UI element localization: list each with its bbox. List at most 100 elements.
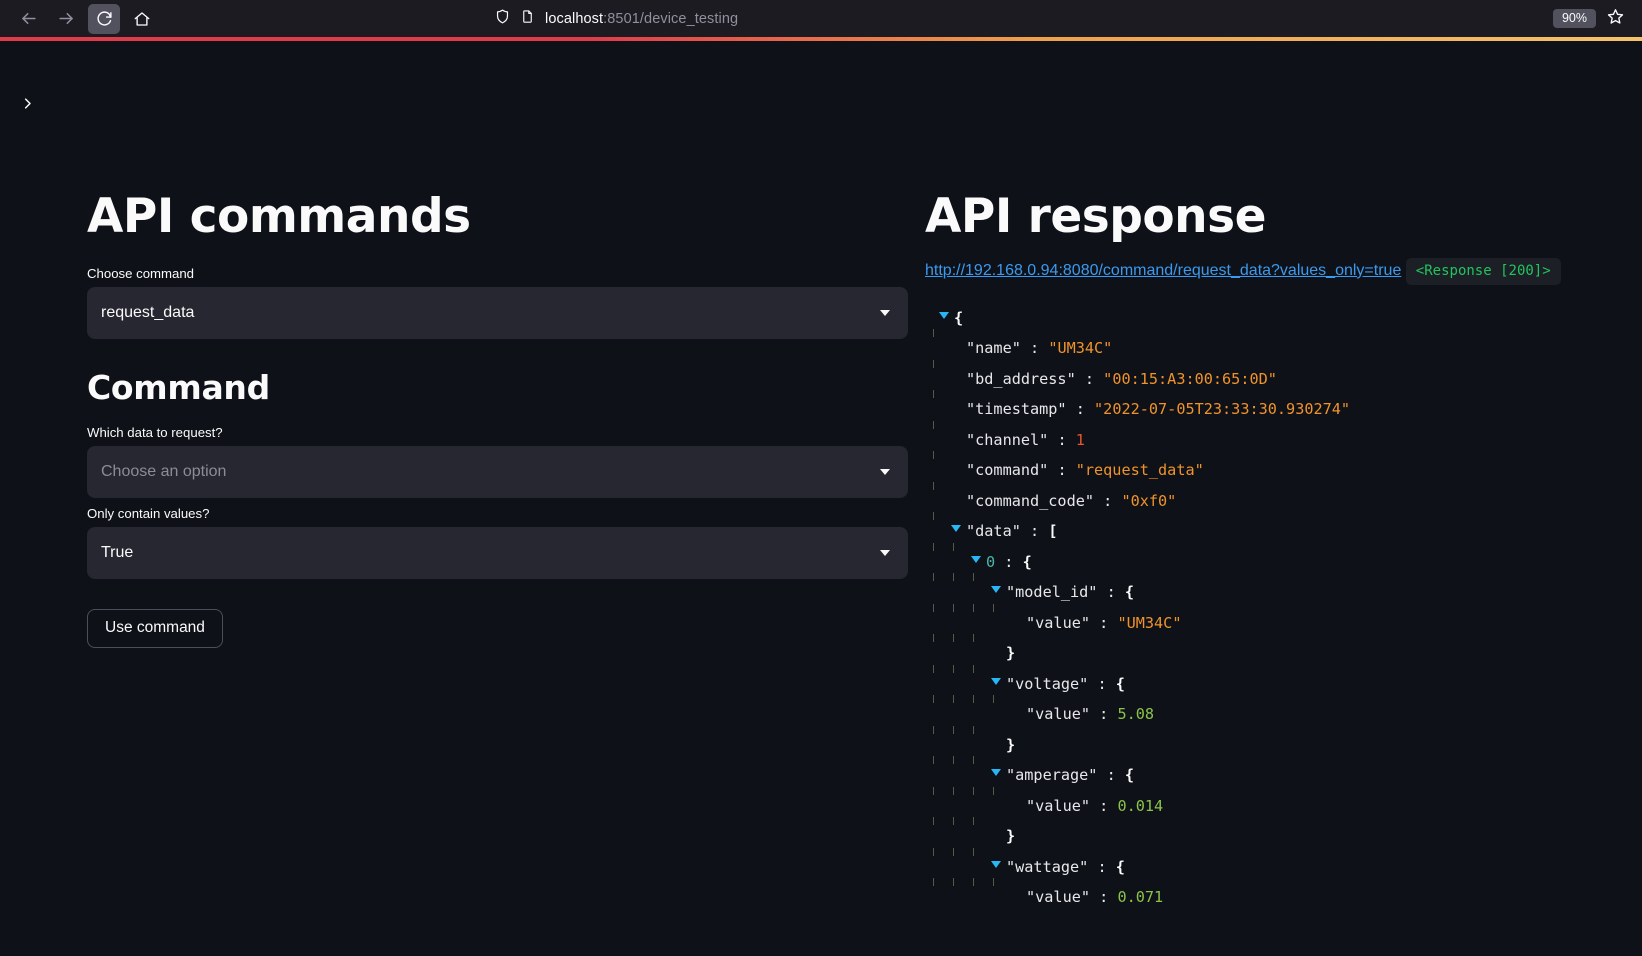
caret-down-icon[interactable] xyxy=(991,860,1001,868)
only-values-select[interactable]: True xyxy=(87,526,908,579)
json-value-command-code: "0xf0" xyxy=(1121,491,1177,510)
json-key-model-id: "model_id" xyxy=(1006,583,1098,602)
forward-button[interactable] xyxy=(50,4,82,34)
json-row-wattage-value: "value" : 0.071 xyxy=(925,878,1642,913)
json-row-root[interactable]: { xyxy=(925,303,1642,334)
json-key-name: "name" xyxy=(966,339,1021,358)
bookmark-button[interactable] xyxy=(1600,4,1630,34)
caret-down-icon[interactable] xyxy=(971,555,981,563)
json-row-wattage[interactable]: "wattage" : { xyxy=(925,847,1642,883)
use-command-button[interactable]: Use command xyxy=(87,608,223,648)
json-row-model-id-value: "value" : "UM34C" xyxy=(925,603,1642,639)
caret-down-icon[interactable] xyxy=(991,677,1001,685)
json-voltage-close: } xyxy=(1006,735,1016,754)
json-row-voltage[interactable]: "voltage" : { xyxy=(925,664,1642,700)
star-icon xyxy=(1606,7,1625,31)
json-root-open: { xyxy=(954,308,964,327)
json-key-bd-address: "bd_address" xyxy=(966,369,1076,388)
caret-down-icon[interactable] xyxy=(951,525,961,533)
json-row-model-id[interactable]: "model_id" : { xyxy=(925,573,1642,608)
which-data-select[interactable]: Choose an option xyxy=(87,445,908,498)
json-viewer: { "name" : "UM34C" "bd_address" : "00:15… xyxy=(925,303,1642,913)
json-row-voltage-value: "value" : 5.08 xyxy=(925,695,1642,730)
caret-down-icon[interactable] xyxy=(939,311,949,319)
json-row-index-0[interactable]: 0 : { xyxy=(925,542,1642,578)
arrow-right-icon xyxy=(57,9,76,28)
json-key-channel: "channel" xyxy=(966,430,1049,449)
json-row-command: "command" : "request_data" xyxy=(925,451,1642,486)
json-row-timestamp: "timestamp" : "2022-07-05T23:33:30.93027… xyxy=(925,390,1642,425)
home-icon xyxy=(133,10,151,28)
which-data-value: Choose an option xyxy=(101,462,227,480)
json-value-amperage: 0.014 xyxy=(1117,796,1164,815)
json-model-id-open: { xyxy=(1124,583,1135,602)
chevron-down-icon xyxy=(880,549,890,556)
back-button[interactable] xyxy=(12,4,44,34)
json-key-voltage: "voltage" xyxy=(1006,674,1089,693)
caret-down-icon[interactable] xyxy=(991,586,1001,594)
json-value-wattage: 0.071 xyxy=(1117,888,1164,907)
json-value-bd-address: "00:15:A3:00:65:0D" xyxy=(1103,369,1277,388)
json-row-amperage-value: "value" : 0.014 xyxy=(925,786,1642,822)
json-value-timestamp: "2022-07-05T23:33:30.930274" xyxy=(1094,400,1351,419)
json-key-wattage: "wattage" xyxy=(1006,857,1089,876)
api-commands-column: API commands Choose command request_data… xyxy=(0,189,908,956)
json-row-channel: "channel" : 1 xyxy=(925,420,1642,456)
json-key-command: "command" xyxy=(966,461,1049,480)
json-key-value: "value" xyxy=(1026,796,1091,815)
api-response-column: API response http://192.168.0.94:8080/co… xyxy=(908,189,1642,956)
shield-icon[interactable] xyxy=(494,8,511,30)
main-columns: API commands Choose command request_data… xyxy=(0,41,1642,956)
json-value-command: "request_data" xyxy=(1075,461,1204,480)
json-key-index-0: 0 xyxy=(986,552,996,571)
json-row-data[interactable]: "data" : [ xyxy=(925,512,1642,547)
json-key-value: "value" xyxy=(1026,888,1091,907)
json-data-open-bracket: [ xyxy=(1048,522,1058,541)
json-voltage-open: { xyxy=(1115,674,1125,693)
json-value-voltage: 5.08 xyxy=(1117,705,1155,724)
page-icon[interactable] xyxy=(520,8,535,30)
json-row-command-code: "command_code" : "0xf0" xyxy=(925,481,1642,517)
page-title: API commands xyxy=(87,189,471,244)
json-row-voltage-close: } xyxy=(925,725,1642,761)
response-status-code-block: <Response [200]> xyxy=(1405,257,1561,285)
reload-icon xyxy=(96,10,113,27)
json-key-command-code: "command_code" xyxy=(966,491,1095,510)
json-model-id-close: } xyxy=(1006,644,1016,663)
json-row-name: "name" : "UM34C" xyxy=(925,329,1642,364)
arrow-left-icon xyxy=(19,9,38,28)
json-value-channel: 1 xyxy=(1075,430,1085,449)
reload-button[interactable] xyxy=(88,3,120,34)
json-amperage-close: } xyxy=(1006,827,1016,846)
json-value-model-id: "UM34C" xyxy=(1117,613,1182,632)
url-path: :8501/device_testing xyxy=(603,10,739,27)
api-response-title: API response xyxy=(925,189,1266,244)
choose-command-value: request_data xyxy=(101,303,195,321)
address-bar[interactable]: localhost:8501/device_testing xyxy=(174,4,1543,34)
choose-command-label: Choose command xyxy=(87,265,195,281)
url-host: localhost xyxy=(545,10,604,27)
home-button[interactable] xyxy=(126,4,158,34)
json-row-model-id-close: } xyxy=(925,634,1642,669)
json-key-data: "data" xyxy=(966,522,1021,541)
which-data-label: Which data to request? xyxy=(87,424,223,440)
json-row-bd-address: "bd_address" : "00:15:A3:00:65:0D" xyxy=(925,359,1642,395)
chevron-down-icon xyxy=(880,468,890,475)
response-status-text: <Response [200]> xyxy=(1415,262,1551,279)
caret-down-icon[interactable] xyxy=(991,769,1001,777)
url-text: localhost:8501/device_testing xyxy=(545,11,738,27)
only-values-label: Only contain values? xyxy=(87,505,210,521)
zoom-level-badge[interactable]: 90% xyxy=(1552,8,1596,29)
choose-command-select[interactable]: request_data xyxy=(87,286,908,339)
json-amperage-open: { xyxy=(1124,766,1135,785)
chevron-down-icon xyxy=(880,309,890,316)
streamlit-app: API commands Choose command request_data… xyxy=(0,41,1642,956)
json-key-value: "value" xyxy=(1026,705,1091,724)
browser-toolbar: localhost:8501/device_testing 90% xyxy=(0,0,1642,37)
json-key-value: "value" xyxy=(1026,613,1091,632)
request-url-link[interactable]: http://192.168.0.94:8080/command/request… xyxy=(925,262,1401,280)
json-value-name: "UM34C" xyxy=(1048,339,1113,358)
json-key-amperage: "amperage" xyxy=(1006,766,1098,785)
command-section-title: Command xyxy=(87,367,270,407)
json-row-amperage[interactable]: "amperage" : { xyxy=(925,756,1642,791)
